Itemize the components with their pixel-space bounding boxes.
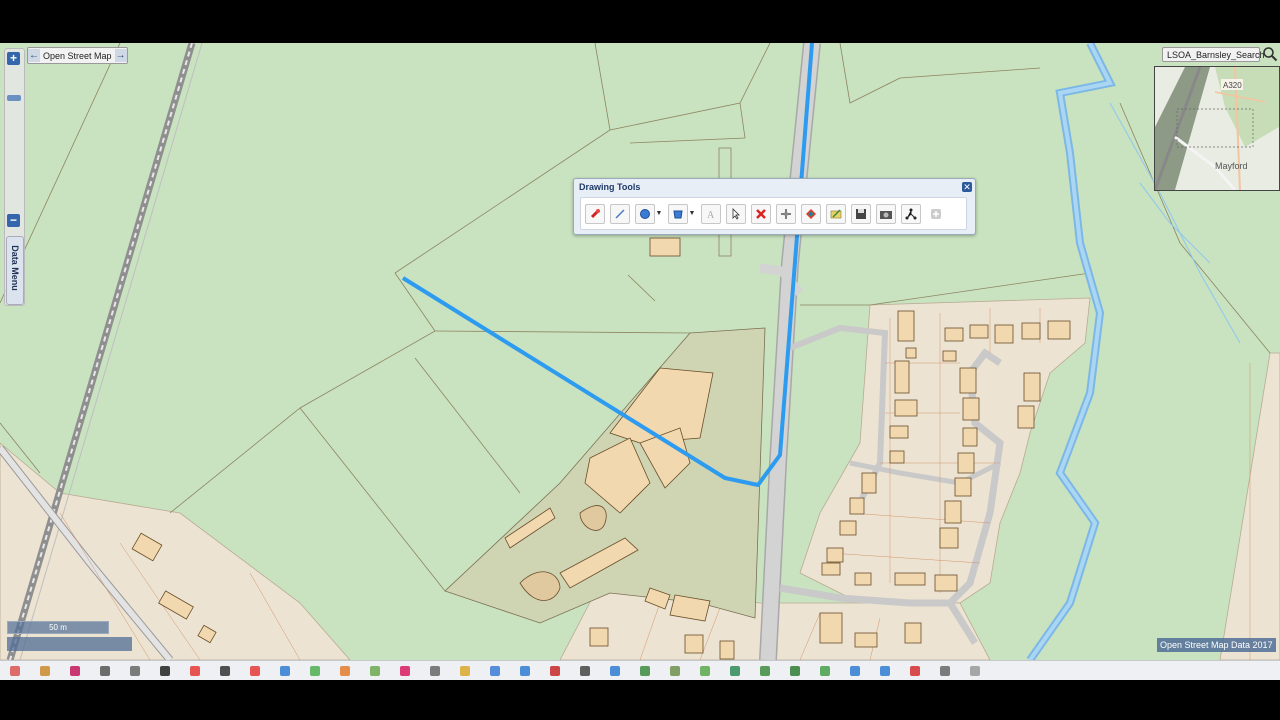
person-icon[interactable] [608,664,621,677]
image-icon[interactable] [818,664,831,677]
line-icon[interactable] [610,203,630,224]
grid-icon[interactable] [128,664,141,677]
save-icon[interactable] [851,203,871,224]
style-icon[interactable] [801,203,821,224]
basemap-label: Open Street Map [43,50,112,61]
home-icon[interactable] [38,664,51,677]
overview-road-label: A320 [1223,81,1242,90]
map-application: + − Data Menu ← Open Street Map → LSOA_B… [0,43,1280,680]
print-icon[interactable] [158,664,171,677]
zoom-slider-handle[interactable] [7,95,21,101]
polygon-dropdown-icon[interactable]: ▼ [688,204,696,224]
delete-icon[interactable] [751,203,771,224]
polygon-icon[interactable] [668,203,688,224]
exit-icon[interactable] [968,664,981,677]
drawing-tools-title: Drawing Tools [579,182,641,192]
tool-icon[interactable] [8,664,21,677]
svg-text:A: A [707,210,715,220]
scale-bar: 50 m [7,621,109,634]
cube-icon[interactable] [638,664,651,677]
list-icon[interactable] [428,664,441,677]
circle-dropdown-icon[interactable]: ▼ [655,204,663,224]
warning-icon[interactable] [338,664,351,677]
pen-icon[interactable] [398,664,411,677]
pin-icon[interactable] [585,203,605,224]
search-icon[interactable] [1262,46,1278,62]
copyright-icon[interactable] [218,664,231,677]
info-icon[interactable] [518,664,531,677]
edit-icon[interactable] [826,203,846,224]
overview-map[interactable]: A320 Mayford [1154,66,1280,191]
export-icon[interactable] [758,664,771,677]
stack-icon[interactable] [668,664,681,677]
basemap-selector: ← Open Street Map → [27,47,128,64]
pointer-icon[interactable] [726,203,746,224]
drawing-toolbar: ▼ ▼ A [580,197,967,230]
network-icon[interactable] [901,203,921,224]
map-attribution: Open Street Map Data 2017 [1157,638,1276,652]
zoom-out-button[interactable]: − [7,214,20,227]
layer-icon[interactable] [308,664,321,677]
doc-icon[interactable] [938,664,951,677]
cancel-icon[interactable] [248,664,261,677]
pdf-icon[interactable] [878,664,891,677]
zoom-in-button[interactable]: + [7,52,20,65]
data-menu-tab[interactable]: Data Menu [6,236,24,305]
search-icon[interactable] [98,664,111,677]
layer-search-label: LSOA_Barnsley_Search [1167,50,1265,60]
add-icon[interactable] [926,204,946,224]
camera-icon[interactable] [876,203,896,224]
help-icon[interactable] [278,664,291,677]
basemap-next-button[interactable]: → [114,49,127,62]
spreadsheet-icon[interactable] [788,664,801,677]
drawing-tools-panel: Drawing Tools ✕ ▼ ▼ A [573,178,976,235]
pencil-icon[interactable] [698,664,711,677]
leaf-icon[interactable] [368,664,381,677]
binoculars-icon[interactable] [578,664,591,677]
layer-search-dropdown[interactable]: LSOA_Barnsley_Search ▾ [1162,47,1265,75]
text-icon[interactable]: A [701,203,721,224]
close-icon[interactable]: ✕ [962,182,972,192]
scale-bar-secondary [7,637,132,651]
target-icon[interactable] [188,664,201,677]
move-icon[interactable] [776,203,796,224]
monitor-icon[interactable] [848,664,861,677]
bottom-toolbar [0,660,1280,680]
mail-icon[interactable] [68,664,81,677]
globe-icon[interactable] [728,664,741,677]
menu-icon[interactable] [908,664,921,677]
measure-icon[interactable] [458,664,471,677]
map-canvas[interactable] [0,43,1280,660]
overview-place-label: Mayford [1215,161,1248,171]
flag-icon[interactable] [548,664,561,677]
data-menu-label: Data Menu [10,245,20,291]
basemap-prev-button[interactable]: ← [28,49,40,62]
circle-icon[interactable] [635,203,655,224]
tag-icon[interactable] [488,664,501,677]
